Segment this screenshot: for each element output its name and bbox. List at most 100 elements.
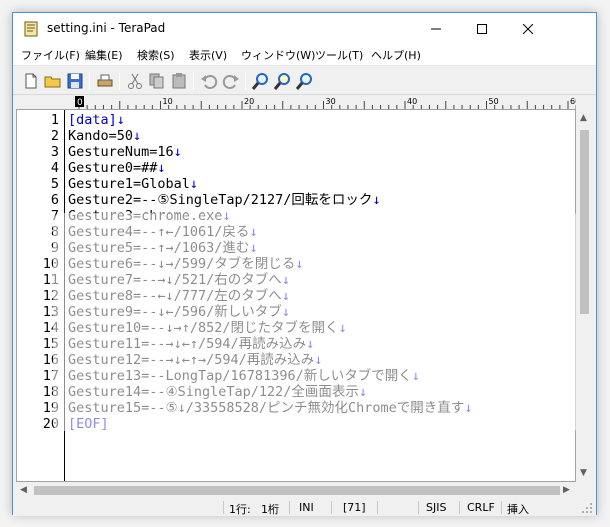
column-ruler: 0 10 20 30 40 50 60: [16, 95, 585, 110]
line-number: 3: [50, 144, 59, 160]
editor-line[interactable]: 2 Kando=50↓: [17, 128, 575, 144]
line-text: Gesture6=--↓→/599/タブを閉じる↓: [68, 256, 303, 272]
line-text: Gesture0=##↓: [68, 160, 166, 176]
scroll-left-icon[interactable]: ◀: [20, 485, 27, 495]
status-divider: [459, 501, 460, 514]
maximize-button[interactable]: [459, 13, 505, 44]
find-prev-icon[interactable]: [295, 71, 315, 91]
status-encoding: SJIS: [426, 501, 447, 514]
status-divider: [223, 501, 224, 514]
scroll-down-icon[interactable]: ▼: [580, 468, 587, 478]
line-number: 1: [50, 112, 59, 128]
line-text: GestureNum=16↓: [68, 144, 182, 160]
editor-line[interactable]: 4 Gesture0=##↓: [17, 160, 575, 176]
open-folder-icon[interactable]: [43, 71, 63, 91]
horizontal-scroll-thumb[interactable]: [34, 486, 560, 495]
editor-line[interactable]: 19 Gesture15=--⑤↓/33558528/ピンチ無効化Chromeで開…: [17, 400, 575, 416]
editor-line[interactable]: 13 Gesture9=--↓←/596/新しいタブ↓: [17, 304, 575, 320]
menu-view[interactable]: 表示(V): [189, 47, 227, 63]
newline-marker: ↓: [173, 144, 182, 160]
copy-icon[interactable]: [147, 71, 167, 91]
line-number: 15: [42, 336, 59, 352]
ruler-label: 60: [570, 97, 576, 106]
find-next-icon[interactable]: [273, 71, 293, 91]
editor-line[interactable]: 11 Gesture7=--→↓/521/右のタブへ↓: [17, 272, 575, 288]
editor-line[interactable]: 15 Gesture11=--→↓←↑/594/再読み込み↓: [17, 336, 575, 352]
editor-line[interactable]: 6 Gesture2=--⑤SingleTap/2127/回転をロック↓: [17, 192, 575, 208]
line-content: Gesture3=chrome.exe: [68, 208, 223, 224]
horizontal-scrollbar[interactable]: ◀ ▶: [16, 482, 576, 499]
vertical-scroll-thumb[interactable]: [580, 130, 589, 314]
line-content: Gesture9=--↓←/596/新しいタブ: [68, 304, 282, 320]
editor-line[interactable]: 17 Gesture13=--LongTap/16781396/新しいタブで開く↓: [17, 368, 575, 384]
editor-line[interactable]: 3 GestureNum=16↓: [17, 144, 575, 160]
line-number: 17: [42, 368, 59, 384]
undo-icon[interactable]: [199, 71, 219, 91]
ruler-ticks: 0 10 20 30 40 50 60: [75, 96, 585, 109]
status-line-ending: CRLF: [467, 501, 495, 514]
line-content: GestureNum=16: [68, 144, 174, 160]
line-content: Gesture15=--⑤↓/33558528/ピンチ無効化Chromeで開き直…: [68, 400, 465, 416]
scroll-right-icon[interactable]: ▶: [563, 485, 570, 495]
vertical-scrollbar[interactable]: ▲ ▼: [576, 110, 593, 482]
menu-tools[interactable]: ツール(T): [315, 47, 363, 63]
line-number: 20: [42, 416, 59, 432]
cut-icon[interactable]: [125, 71, 145, 91]
editor-line[interactable]: 8 Gesture4=--↑←/1061/戻る↓: [17, 224, 575, 240]
line-content: Kando=50: [68, 128, 134, 144]
menu-search[interactable]: 検索(S): [137, 47, 175, 63]
maximize-icon: [477, 23, 487, 34]
resize-grip-icon[interactable]: [581, 502, 593, 514]
newline-marker: ↓: [116, 112, 125, 128]
line-text: [data]↓: [68, 112, 125, 128]
editor-line[interactable]: 5 Gesture1=Global↓: [17, 176, 575, 192]
line-number: 16: [42, 352, 59, 368]
menu-edit[interactable]: 編集(E): [85, 47, 123, 63]
status-mode: 挿入: [507, 503, 529, 516]
ruler-label: 40: [407, 97, 417, 106]
find-icon[interactable]: [251, 71, 271, 91]
window-title: setting.ini - TeraPad: [47, 21, 166, 35]
newline-marker: ↓: [249, 240, 258, 256]
menu-window[interactable]: ウィンドウ(W): [241, 47, 315, 63]
print-icon[interactable]: [95, 71, 115, 91]
ruler-label: 10: [163, 97, 173, 106]
toolbar-separator: [245, 72, 246, 90]
title-bar[interactable]: setting.ini - TeraPad: [13, 13, 596, 44]
line-number: 18: [42, 384, 59, 400]
line-number: 8: [50, 224, 59, 240]
line-content: Gesture14=--④SingleTap/122/全画面表示: [68, 384, 359, 400]
line-content: Gesture7=--→↓/521/右のタブへ: [68, 272, 282, 288]
line-text: Gesture3=chrome.exe↓: [68, 208, 231, 224]
minimize-button[interactable]: [413, 13, 459, 44]
line-text: Gesture15=--⑤↓/33558528/ピンチ無効化Chromeで開き直…: [68, 400, 472, 416]
status-divider: [331, 501, 332, 514]
line-number: 9: [50, 240, 59, 256]
editor-line[interactable]: 9 Gesture5=--↑→/1063/進む↓: [17, 240, 575, 256]
line-text: Gesture12=--→↓←↑→/594/再読み込み↓: [68, 352, 322, 368]
editor-line[interactable]: 18 Gesture14=--④SingleTap/122/全画面表示↓: [17, 384, 575, 400]
editor-line[interactable]: 12 Gesture8=--←↓/777/左のタブへ↓: [17, 288, 575, 304]
line-text: [EOF]: [68, 416, 109, 432]
redo-icon[interactable]: [221, 71, 241, 91]
line-content: Gesture6=--↓→/599/タブを閉じる: [68, 256, 296, 272]
editor-line[interactable]: 16 Gesture12=--→↓←↑→/594/再読み込み↓: [17, 352, 575, 368]
close-button[interactable]: [505, 13, 551, 44]
text-editor[interactable]: 1 [data]↓ 2 Kando=50↓ 3 GestureNum=16↓ 4 Gestur…: [16, 110, 576, 482]
editor-line[interactable]: 10 Gesture6=--↓→/599/タブを閉じる↓: [17, 256, 575, 272]
terapad-app-icon: [24, 21, 38, 37]
save-icon[interactable]: [65, 71, 85, 91]
newline-marker: ↓: [411, 368, 420, 384]
editor-line[interactable]: 7 Gesture3=chrome.exe↓: [17, 208, 575, 224]
new-file-icon[interactable]: [21, 71, 41, 91]
newline-marker: ↓: [306, 336, 315, 352]
line-content: [EOF]: [68, 416, 109, 432]
newline-marker: ↓: [358, 384, 368, 400]
menu-help[interactable]: ヘルプ(H): [371, 47, 421, 63]
editor-line[interactable]: 1 [data]↓: [17, 112, 575, 128]
scroll-up-icon[interactable]: ▲: [580, 113, 587, 123]
editor-line[interactable]: 20 [EOF]: [17, 416, 575, 432]
paste-icon[interactable]: [169, 71, 189, 91]
editor-line[interactable]: 14 Gesture10=--↓→↑/852/閉じたタブを開く↓: [17, 320, 575, 336]
menu-file[interactable]: ファイル(F): [21, 47, 80, 63]
